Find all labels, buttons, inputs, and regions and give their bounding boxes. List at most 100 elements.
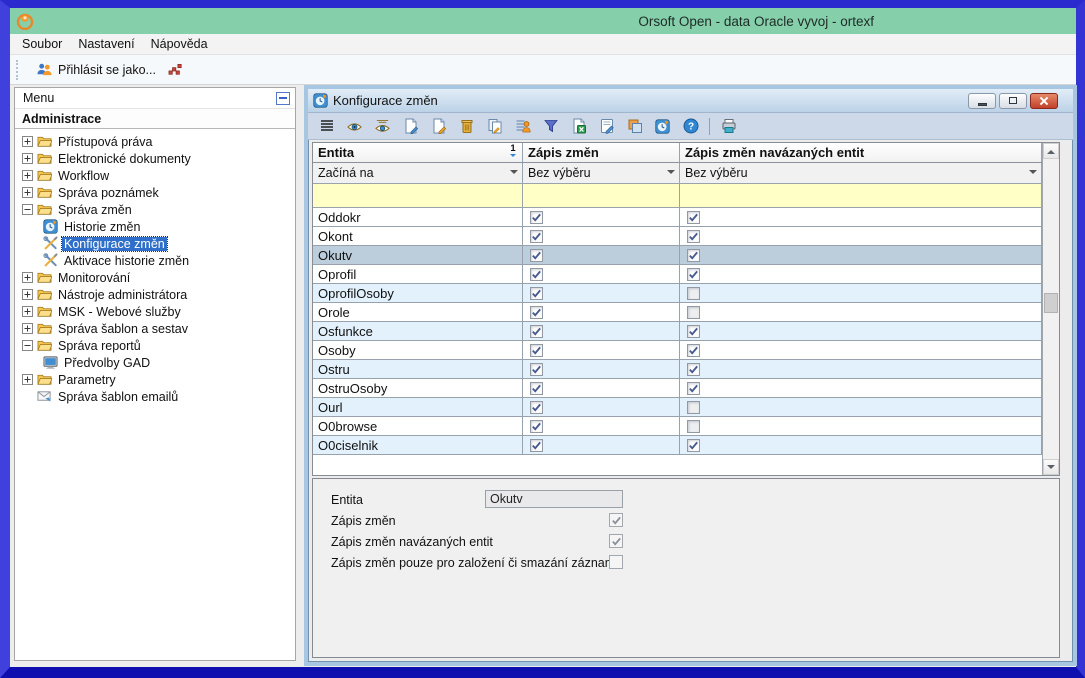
logout-cubes-icon[interactable]	[168, 62, 183, 77]
eye-lines-icon[interactable]	[373, 117, 392, 136]
pages-icon[interactable]	[625, 117, 644, 136]
sidebar-item-sprava-sablon-emailu[interactable]: Správa šablon emailů	[15, 388, 295, 405]
zapis-zmen-checked-checkbox[interactable]	[530, 439, 543, 452]
zapis-zmen-checked-checkbox[interactable]	[530, 230, 543, 243]
zapis-zmen-checked-checkbox[interactable]	[530, 401, 543, 414]
column-header-entita[interactable]: Entita1	[313, 143, 523, 162]
person-grid-icon[interactable]	[513, 117, 532, 136]
sidebar-item-historie-zmen[interactable]: Historie změn	[15, 218, 295, 235]
zapis-zmen-navazanych-checked-checkbox[interactable]	[687, 363, 700, 376]
sidebar-item-workflow[interactable]: Workflow	[15, 167, 295, 184]
close-button[interactable]	[1030, 93, 1058, 109]
zapis-zmen-checked-checkbox[interactable]	[530, 344, 543, 357]
zapis-zmen-navazanych-unchecked-checkbox[interactable]	[687, 287, 700, 300]
scroll-up-button[interactable]	[1043, 143, 1059, 159]
zapis-zmen-checked-checkbox[interactable]	[530, 363, 543, 376]
table-row-ostru[interactable]: Ostru	[313, 360, 1042, 379]
toolbar-grip[interactable]	[16, 60, 20, 80]
column-header-zapis-zmen[interactable]: Zápis změn	[523, 143, 680, 162]
sidebar-item-predvolby-gad[interactable]: Předvolby GAD	[15, 354, 295, 371]
sidebar-item-konfigurace-zmen[interactable]: Konfigurace změn	[15, 235, 295, 252]
table-row-osfunkce[interactable]: Osfunkce	[313, 322, 1042, 341]
zapis-zmen-navazanych-checked-checkbox[interactable]	[687, 439, 700, 452]
sidebar-item-sprava-zmen[interactable]: Správa změn	[15, 201, 295, 218]
help-icon[interactable]: ?	[681, 117, 700, 136]
zapis-zmen-navazanych-checked-checkbox[interactable]	[687, 325, 700, 338]
sidebar-item-sprava-sablon-a-sestav[interactable]: Správa šablon a sestav	[15, 320, 295, 337]
filter-combo-1[interactable]: Začíná na	[313, 163, 523, 183]
restore-button[interactable]	[999, 93, 1027, 109]
login-as-button[interactable]: Přihlásit se jako...	[30, 59, 162, 80]
zapis-zmen-navazanych-checked-checkbox[interactable]	[687, 344, 700, 357]
detail-zapis-zmen-navazanych-entit-checked-checkbox[interactable]	[609, 534, 623, 548]
print-icon[interactable]	[719, 117, 738, 136]
tree-expander-plus-icon[interactable]	[22, 374, 33, 385]
menu-napoveda[interactable]: Nápověda	[143, 35, 216, 53]
table-row-o0browse[interactable]: O0browse	[313, 417, 1042, 436]
sidebar-collapse-button[interactable]	[276, 92, 290, 105]
table-row-oprofilosoby[interactable]: OprofilOsoby	[313, 284, 1042, 303]
detail-zapis-zmen-pouze-pro-zalozeni-ci-smazani-zaznamu-unchecked-checkbox[interactable]	[609, 555, 623, 569]
sidebar-item-sprava-reportu[interactable]: Správa reportů	[15, 337, 295, 354]
table-row-oprofil[interactable]: Oprofil	[313, 265, 1042, 284]
zapis-zmen-navazanych-checked-checkbox[interactable]	[687, 382, 700, 395]
sidebar-item-msk-webove-sluzby[interactable]: MSK - Webové služby	[15, 303, 295, 320]
scrollbar-thumb[interactable]	[1044, 293, 1058, 313]
new-doc-icon[interactable]	[401, 117, 420, 136]
sidebar-item-parametry[interactable]: Parametry	[15, 371, 295, 388]
zapis-zmen-navazanych-checked-checkbox[interactable]	[687, 268, 700, 281]
table-row-orole[interactable]: Orole	[313, 303, 1042, 322]
list-icon[interactable]	[317, 117, 336, 136]
minimize-button[interactable]	[968, 93, 996, 109]
zapis-zmen-navazanych-checked-checkbox[interactable]	[687, 230, 700, 243]
filter-combo-3[interactable]: Bez výběru	[680, 163, 1042, 183]
column-header-zapis-zmen-navazanych-entit[interactable]: Zápis změn navázaných entit	[680, 143, 1042, 162]
search-cell-1[interactable]	[313, 184, 523, 207]
zapis-zmen-checked-checkbox[interactable]	[530, 382, 543, 395]
scroll-down-button[interactable]	[1043, 459, 1059, 475]
tree-expander-plus-icon[interactable]	[22, 187, 33, 198]
zapis-zmen-navazanych-unchecked-checkbox[interactable]	[687, 420, 700, 433]
zapis-zmen-checked-checkbox[interactable]	[530, 306, 543, 319]
edit-doc-icon[interactable]	[429, 117, 448, 136]
excel-export-icon[interactable]	[569, 117, 588, 136]
child-window-titlebar[interactable]: Konfigurace změn	[308, 89, 1073, 113]
vertical-scrollbar[interactable]	[1042, 143, 1059, 475]
zapis-zmen-checked-checkbox[interactable]	[530, 268, 543, 281]
copy-icon[interactable]	[485, 117, 504, 136]
tree-expander-plus-icon[interactable]	[22, 153, 33, 164]
delete-icon[interactable]	[457, 117, 476, 136]
zapis-zmen-checked-checkbox[interactable]	[530, 287, 543, 300]
search-cell-2[interactable]	[523, 184, 680, 207]
eye-icon[interactable]	[345, 117, 364, 136]
sidebar-item-aktivace-historie-zmen[interactable]: Aktivace historie změn	[15, 252, 295, 269]
table-row-osoby[interactable]: Osoby	[313, 341, 1042, 360]
zapis-zmen-checked-checkbox[interactable]	[530, 420, 543, 433]
zapis-zmen-checked-checkbox[interactable]	[530, 325, 543, 338]
tree-expander-plus-icon[interactable]	[22, 306, 33, 317]
zapis-zmen-navazanych-checked-checkbox[interactable]	[687, 249, 700, 262]
zapis-zmen-checked-checkbox[interactable]	[530, 211, 543, 224]
zapis-zmen-navazanych-unchecked-checkbox[interactable]	[687, 401, 700, 414]
sidebar-item-monitorovani[interactable]: Monitorování	[15, 269, 295, 286]
menu-soubor[interactable]: Soubor	[14, 35, 70, 53]
table-row-okutv[interactable]: Okutv	[313, 246, 1042, 265]
sidebar-item-pristupova-prava[interactable]: Přístupová práva	[15, 133, 295, 150]
tree-expander-minus-icon[interactable]	[22, 340, 33, 351]
table-row-ostruosoby[interactable]: OstruOsoby	[313, 379, 1042, 398]
filter-combo-2[interactable]: Bez výběru	[523, 163, 680, 183]
detail-entita-field[interactable]: Okutv	[485, 490, 623, 508]
form-edit-icon[interactable]	[597, 117, 616, 136]
zapis-zmen-checked-checkbox[interactable]	[530, 249, 543, 262]
detail-zapis-zmen-checked-checkbox[interactable]	[609, 513, 623, 527]
zapis-zmen-navazanych-checked-checkbox[interactable]	[687, 211, 700, 224]
filter-icon[interactable]	[541, 117, 560, 136]
tree-expander-minus-icon[interactable]	[22, 204, 33, 215]
table-row-o0ciselnik[interactable]: O0ciselnik	[313, 436, 1042, 455]
tree-expander-plus-icon[interactable]	[22, 323, 33, 334]
sidebar-item-sprava-poznamek[interactable]: Správa poznámek	[15, 184, 295, 201]
sidebar-item-elektronicke-dokumenty[interactable]: Elektronické dokumenty	[15, 150, 295, 167]
table-row-ourl[interactable]: Ourl	[313, 398, 1042, 417]
table-row-oddokr[interactable]: Oddokr	[313, 208, 1042, 227]
tree-expander-plus-icon[interactable]	[22, 170, 33, 181]
